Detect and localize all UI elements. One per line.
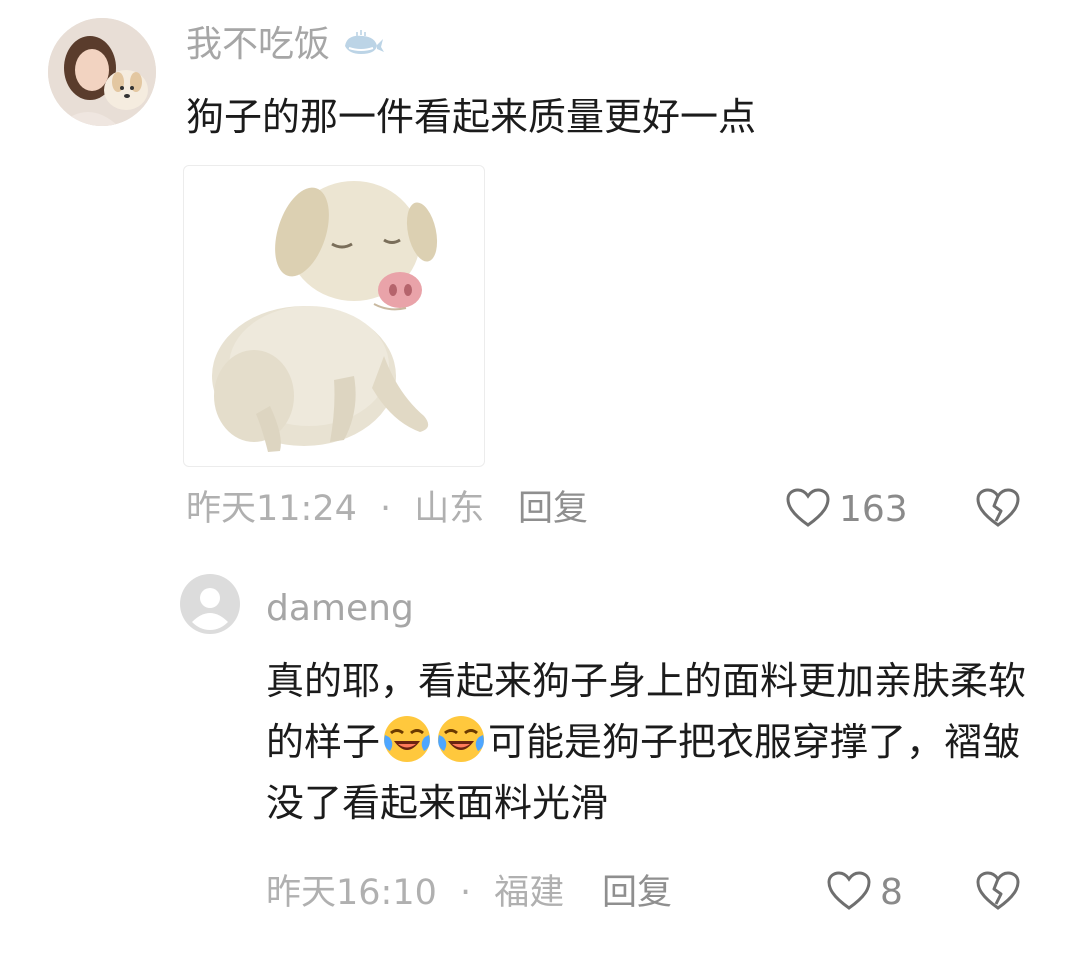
reply-text: 真的耶，看起来狗子身上的面料更加亲肤柔软的样子 可能是狗子把衣服穿撑了，褶皱没了看… — [266, 659, 1027, 825]
meta-separator: · — [380, 489, 392, 529]
reply-meta: 昨天16:10 · 福建 — [266, 876, 564, 911]
like-count: 163 — [839, 489, 908, 530]
reply-like-count: 8 — [880, 872, 903, 913]
broken-heart-icon — [975, 871, 1021, 916]
reply-username[interactable]: dameng — [266, 591, 414, 627]
reply-time: 昨天16:10 — [266, 873, 437, 913]
comment-time: 昨天11:24 — [186, 489, 357, 529]
reply-reply-button[interactable]: 回复 — [602, 876, 672, 911]
heart-outline-icon — [826, 870, 872, 916]
comment-image-dog-meme[interactable] — [183, 165, 485, 467]
reply-location: 福建 — [494, 873, 565, 913]
user-avatar[interactable] — [48, 18, 156, 126]
laughing-crying-emoji-icon — [435, 713, 487, 765]
comment-meta: 昨天11:24 · 山东 — [186, 492, 484, 527]
dislike-button[interactable] — [975, 487, 1021, 533]
reply-button[interactable]: 回复 — [518, 492, 588, 527]
username[interactable]: 我不吃饭 — [186, 27, 385, 63]
reply-dislike-button[interactable] — [975, 870, 1021, 916]
broken-heart-icon — [975, 488, 1021, 533]
meta-separator: · — [460, 873, 472, 913]
whale-icon — [341, 24, 385, 65]
reply-avatar[interactable] — [180, 574, 240, 634]
comment-text: 狗子的那一件看起来质量更好一点 — [186, 95, 757, 139]
laughing-crying-emoji-icon — [381, 713, 433, 765]
reply-like-button[interactable]: 8 — [826, 870, 903, 916]
heart-outline-icon — [785, 487, 831, 533]
like-button[interactable]: 163 — [785, 487, 908, 533]
comment-location: 山东 — [414, 489, 485, 529]
